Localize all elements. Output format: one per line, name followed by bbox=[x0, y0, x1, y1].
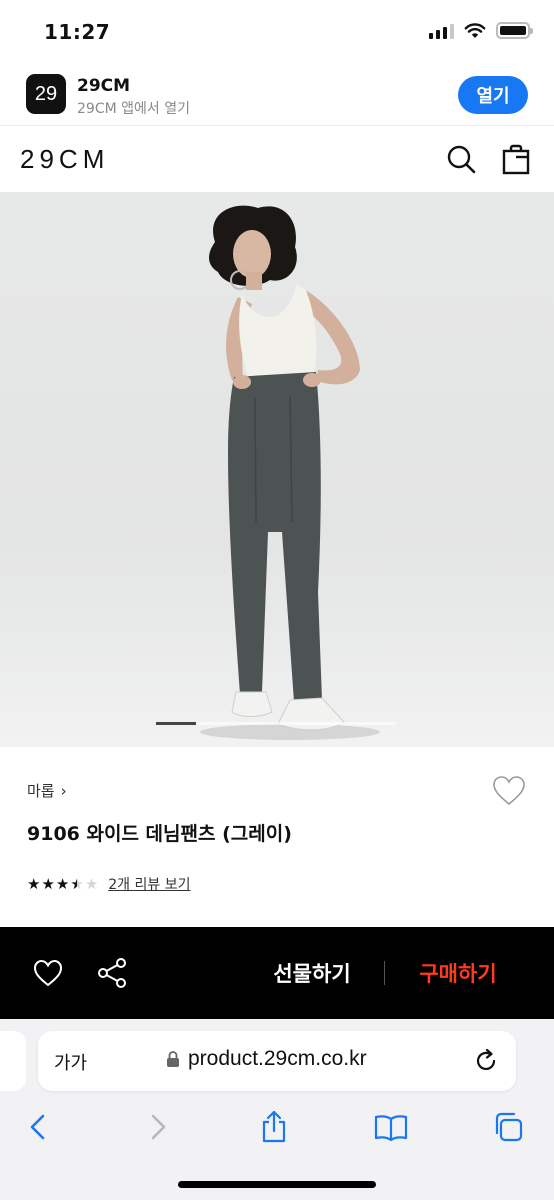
brand-link[interactable]: 마롭 › bbox=[27, 780, 67, 801]
star-icon: ★ bbox=[41, 874, 55, 893]
address-bar[interactable]: 가가 product.29cm.co.kr bbox=[38, 1031, 516, 1091]
tabs-button[interactable] bbox=[490, 1109, 526, 1145]
product-info: 마롭 › 9106 와이드 데님팬츠 (그레이) ★ ★ ★ ★ ★ 2개 리뷰… bbox=[0, 747, 554, 927]
share-icon[interactable] bbox=[96, 957, 128, 989]
heart-icon[interactable] bbox=[492, 775, 526, 807]
reload-icon[interactable] bbox=[472, 1047, 500, 1075]
image-pager bbox=[156, 722, 396, 725]
forward-button[interactable] bbox=[140, 1109, 176, 1145]
gift-button[interactable]: 선물하기 bbox=[262, 955, 362, 991]
cellular-signal-icon bbox=[429, 23, 454, 39]
browser-toolbar bbox=[0, 1103, 554, 1153]
product-rating: ★ ★ ★ ★ ★ 2개 리뷰 보기 bbox=[27, 874, 190, 894]
site-logo[interactable]: 29CM bbox=[20, 144, 109, 175]
brand-name: 마롭 bbox=[27, 782, 55, 800]
shopping-bag-icon[interactable] bbox=[500, 143, 532, 175]
share-button[interactable] bbox=[256, 1109, 292, 1145]
tabs-icon bbox=[495, 1112, 523, 1142]
status-icons bbox=[429, 22, 533, 39]
home-indicator bbox=[178, 1181, 376, 1188]
buy-button[interactable]: 구매하기 bbox=[408, 955, 508, 991]
open-app-button[interactable]: 열기 bbox=[458, 76, 528, 114]
wifi-icon bbox=[464, 22, 486, 38]
divider bbox=[384, 961, 385, 985]
lock-icon bbox=[167, 1051, 179, 1067]
product-title: 9106 와이드 데님팬츠 (그레이) bbox=[27, 823, 292, 845]
url-display[interactable]: product.29cm.co.kr bbox=[166, 1047, 367, 1071]
app-banner: 29 29CM 29CM 앱에서 열기 열기 bbox=[0, 66, 554, 126]
back-icon bbox=[30, 1114, 45, 1140]
browser-chrome: 가가 product.29cm.co.kr bbox=[0, 1019, 554, 1200]
bookmarks-icon bbox=[374, 1115, 408, 1141]
model-illustration bbox=[200, 205, 380, 740]
star-empty-icon: ★ bbox=[84, 874, 99, 893]
star-icon: ★ bbox=[27, 874, 41, 893]
product-image[interactable] bbox=[0, 192, 554, 747]
previous-tab-peek[interactable] bbox=[0, 1031, 26, 1091]
star-icon: ★ bbox=[55, 874, 70, 893]
share-icon bbox=[262, 1110, 286, 1143]
battery-icon bbox=[496, 22, 533, 39]
rating-stars: ★ ★ ★ ★ ★ bbox=[27, 874, 99, 893]
chevron-right-icon: › bbox=[60, 781, 67, 800]
star-half-icon: ★ bbox=[70, 874, 84, 893]
image-pager-active bbox=[156, 722, 196, 725]
status-bar: 11:27 bbox=[0, 0, 554, 66]
search-icon[interactable] bbox=[445, 143, 477, 175]
purchase-bar: 선물하기 구매하기 bbox=[0, 927, 554, 1019]
app-name: 29CM bbox=[77, 76, 131, 96]
review-link[interactable]: 2개 리뷰 보기 bbox=[108, 874, 190, 894]
forward-icon bbox=[151, 1114, 166, 1140]
bookmarks-button[interactable] bbox=[373, 1109, 409, 1145]
site-header: 29CM bbox=[0, 126, 554, 192]
url-text: product.29cm.co.kr bbox=[188, 1047, 367, 1070]
heart-icon[interactable] bbox=[33, 959, 63, 987]
status-time: 11:27 bbox=[44, 20, 111, 44]
app-icon[interactable]: 29 bbox=[26, 74, 66, 114]
back-button[interactable] bbox=[20, 1109, 56, 1145]
page-settings-button[interactable]: 가가 bbox=[54, 1049, 87, 1075]
app-subtitle: 29CM 앱에서 열기 bbox=[77, 101, 190, 117]
